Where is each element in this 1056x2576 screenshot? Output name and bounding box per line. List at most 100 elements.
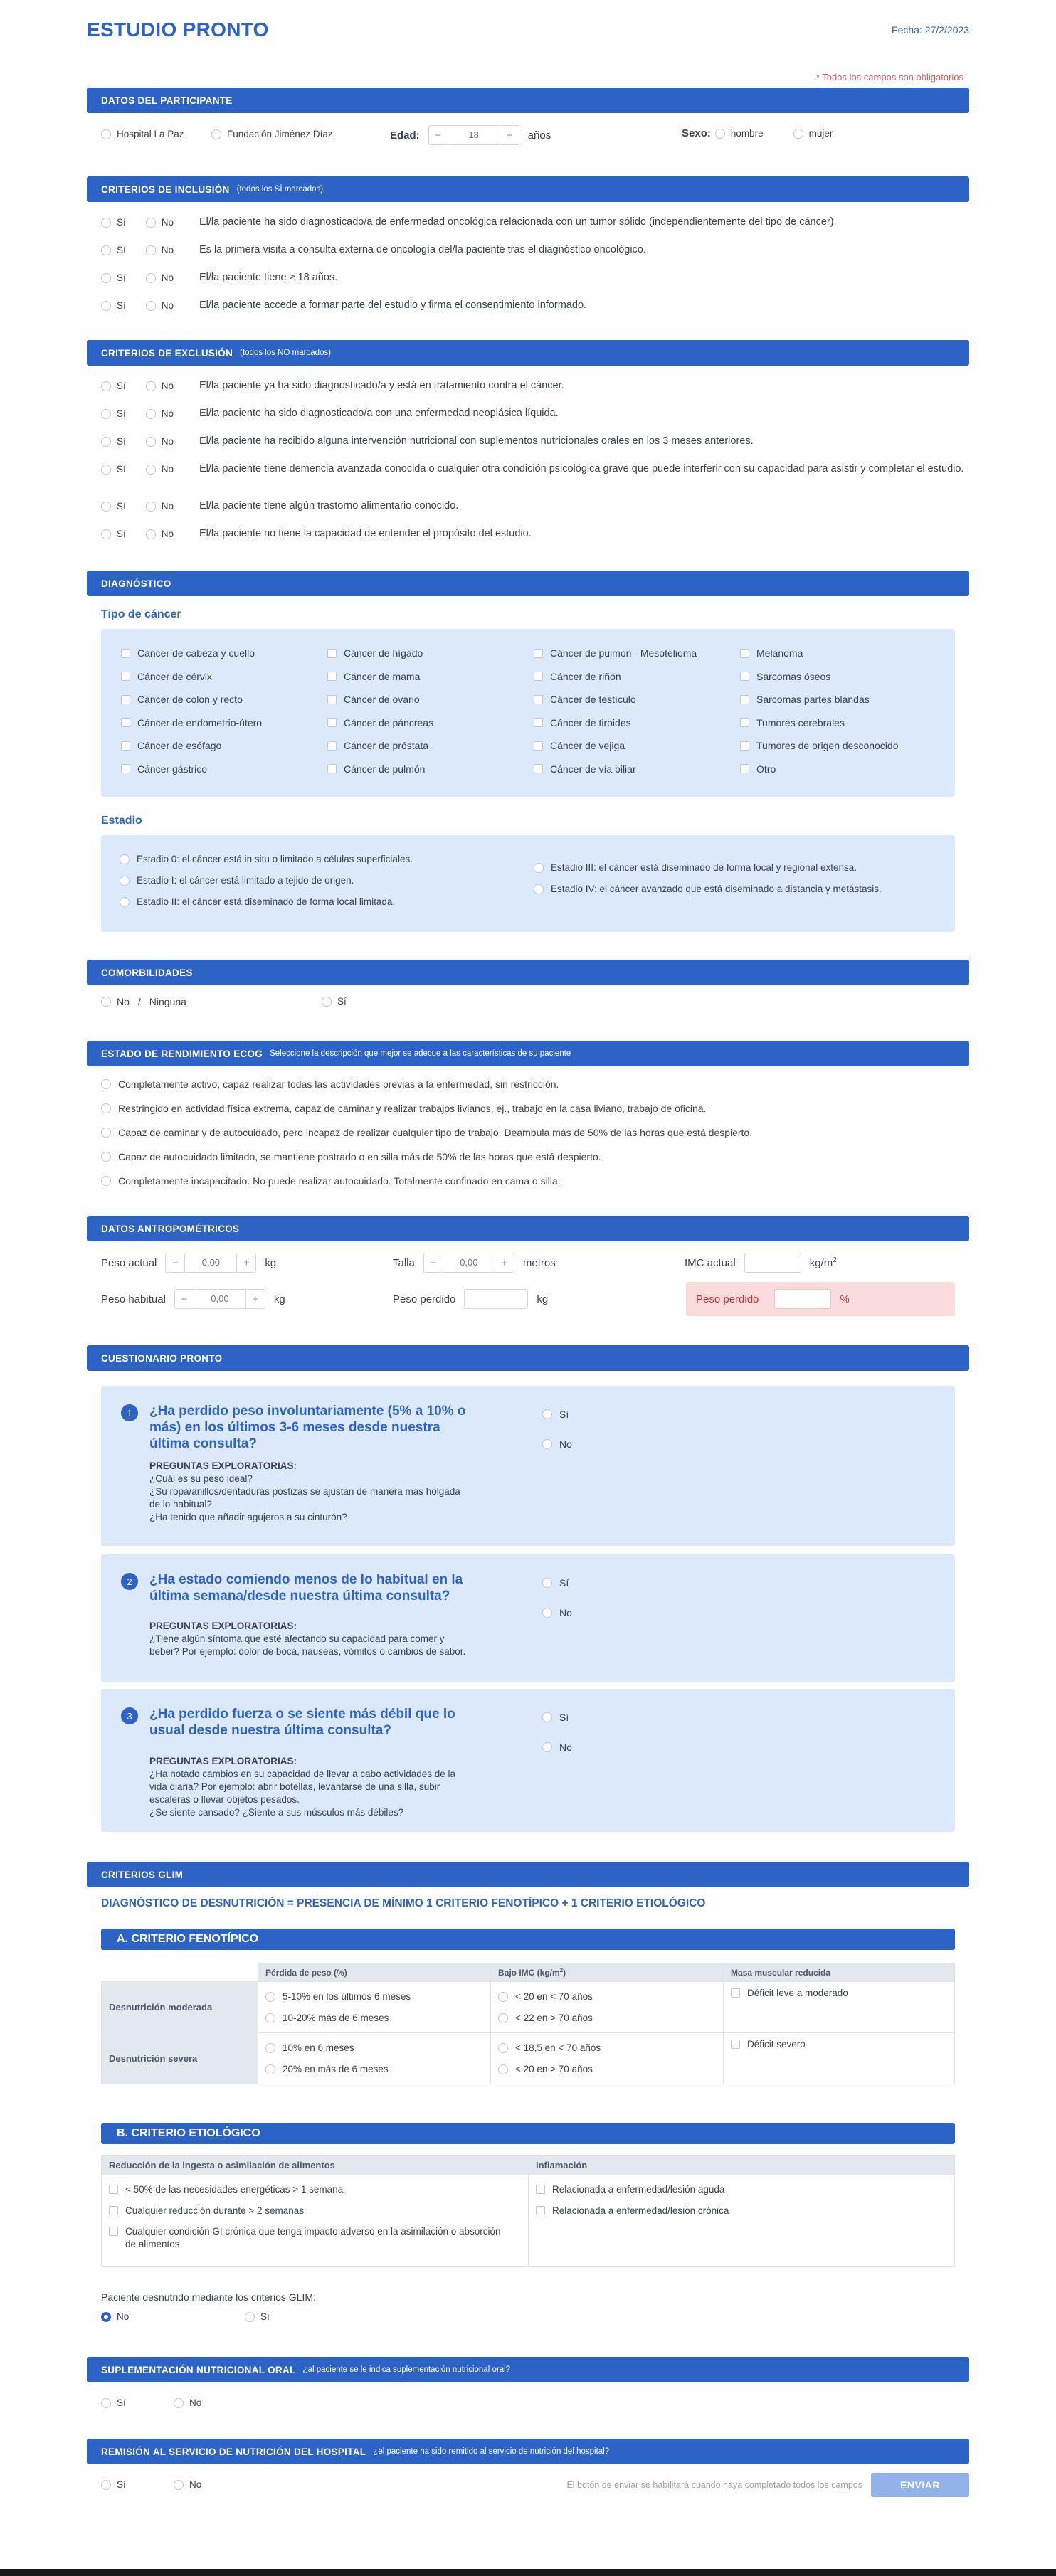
cancer-type-checkbox[interactable]: Cáncer de riñón bbox=[534, 671, 621, 682]
lost-percent-field[interactable] bbox=[774, 1289, 832, 1309]
radio-circle[interactable] bbox=[542, 1409, 552, 1419]
yes-radio[interactable]: Sí bbox=[101, 245, 126, 255]
radio-circle[interactable] bbox=[101, 245, 111, 255]
cancer-type-checkbox[interactable]: Cáncer de endometrio-útero bbox=[121, 717, 262, 728]
no-radio[interactable]: No bbox=[145, 464, 174, 475]
minus-icon[interactable]: − bbox=[429, 126, 448, 144]
radio-circle[interactable] bbox=[120, 854, 130, 864]
yes-radio[interactable]: Sí bbox=[101, 436, 126, 447]
checkbox[interactable] bbox=[740, 672, 749, 681]
checkbox[interactable] bbox=[534, 764, 543, 773]
option[interactable]: < 50% de las necesidades energéticas > 1… bbox=[102, 2178, 528, 2200]
radio-circle[interactable] bbox=[498, 2042, 508, 2053]
yes-radio[interactable]: Sí bbox=[101, 217, 126, 228]
checkbox[interactable] bbox=[731, 1988, 740, 1998]
plus-icon[interactable]: + bbox=[500, 126, 519, 144]
checkbox[interactable] bbox=[327, 694, 337, 704]
cancer-type-checkbox[interactable]: Sarcomas partes blandas bbox=[740, 694, 870, 705]
habitual-weight-stepper[interactable]: −0,00 + bbox=[174, 1289, 265, 1309]
radio-circle[interactable] bbox=[120, 896, 130, 907]
no-radio[interactable]: No bbox=[145, 245, 174, 255]
checkbox[interactable] bbox=[121, 741, 130, 751]
checkbox[interactable] bbox=[740, 718, 749, 727]
radio-circle[interactable] bbox=[145, 529, 156, 539]
weight-value[interactable]: 0,00 bbox=[184, 1253, 238, 1272]
option[interactable]: 5-10% en los últimos 6 meses bbox=[258, 1986, 490, 2008]
sex-female-radio[interactable]: mujer bbox=[793, 128, 833, 139]
radio-circle[interactable] bbox=[101, 1176, 111, 1186]
checkbox[interactable] bbox=[121, 764, 130, 773]
checkbox[interactable] bbox=[534, 694, 543, 704]
referral-yes[interactable]: Sí bbox=[101, 2479, 126, 2490]
radio-circle[interactable] bbox=[101, 408, 111, 419]
no-radio[interactable]: No bbox=[145, 217, 174, 228]
radio-circle[interactable] bbox=[101, 529, 111, 539]
radio-circle[interactable] bbox=[498, 2013, 508, 2023]
checkbox[interactable] bbox=[109, 2184, 118, 2194]
radio-circle[interactable] bbox=[145, 300, 156, 311]
radio-circle[interactable] bbox=[174, 2397, 184, 2408]
radio-circle[interactable] bbox=[101, 501, 111, 512]
checkbox[interactable] bbox=[534, 741, 543, 751]
minus-icon[interactable]: − bbox=[424, 1253, 443, 1272]
stage-radio[interactable]: Estadio IV: el cáncer avanzado que está … bbox=[534, 884, 882, 894]
cancer-type-checkbox[interactable]: Cáncer de vía biliar bbox=[534, 763, 636, 775]
radio-circle[interactable] bbox=[542, 1712, 552, 1722]
checkbox[interactable] bbox=[121, 672, 130, 681]
option[interactable]: Déficit leve a moderado bbox=[724, 1982, 954, 2003]
habitual-weight-value[interactable]: 0,00 bbox=[193, 1290, 246, 1308]
checkbox[interactable] bbox=[327, 718, 337, 727]
radio-circle[interactable] bbox=[145, 381, 156, 391]
radio-circle[interactable] bbox=[145, 272, 156, 283]
ecog-option[interactable]: Capaz de caminar y de autocuidado, pero … bbox=[101, 1127, 752, 1138]
option[interactable]: 10-20% más de 6 meses bbox=[258, 2008, 490, 2029]
cancer-type-checkbox[interactable]: Cáncer de tiroides bbox=[534, 717, 631, 728]
cancer-type-checkbox[interactable]: Cáncer de ovario bbox=[327, 694, 420, 705]
radio-circle[interactable] bbox=[534, 862, 544, 873]
checkbox[interactable] bbox=[731, 2039, 740, 2049]
yes-radio[interactable]: Sí bbox=[542, 1712, 569, 1723]
checkbox[interactable] bbox=[121, 648, 130, 658]
radio-circle[interactable] bbox=[498, 1991, 508, 2002]
checkbox[interactable] bbox=[327, 764, 337, 773]
option[interactable]: < 22 en > 70 años bbox=[491, 2008, 723, 2029]
no-radio[interactable]: No bbox=[542, 1438, 572, 1450]
option[interactable]: < 18,5 en < 70 años bbox=[491, 2037, 723, 2059]
option[interactable]: 10% en 6 meses bbox=[258, 2037, 490, 2059]
option[interactable]: Relacionada a enfermedad/lesión crónica bbox=[529, 2200, 954, 2221]
radio-circle[interactable] bbox=[542, 1578, 552, 1588]
height-value[interactable]: 0,00 bbox=[442, 1253, 495, 1272]
comorb-no-option[interactable]: No / Ninguna bbox=[101, 996, 186, 1007]
radio-circle[interactable] bbox=[101, 217, 111, 228]
option[interactable]: < 20 en < 70 años bbox=[491, 1986, 723, 2008]
radio-circle[interactable] bbox=[174, 2479, 184, 2490]
checkbox[interactable] bbox=[109, 2205, 118, 2215]
cancer-type-checkbox[interactable]: Otro bbox=[740, 763, 776, 775]
radio-circle[interactable] bbox=[145, 436, 156, 447]
no-radio[interactable]: No bbox=[145, 272, 174, 283]
ecog-option[interactable]: Capaz de autocuidado limitado, se mantie… bbox=[101, 1151, 601, 1162]
radio-circle[interactable] bbox=[101, 1079, 111, 1089]
stage-radio[interactable]: Estadio 0: el cáncer está in situ o limi… bbox=[120, 854, 413, 864]
referral-no[interactable]: No bbox=[174, 2479, 201, 2490]
radio-circle[interactable] bbox=[322, 996, 332, 1007]
option[interactable]: 20% en más de 6 meses bbox=[258, 2059, 490, 2080]
radio-circle[interactable] bbox=[498, 2064, 508, 2074]
cancer-type-checkbox[interactable]: Cáncer de pulmón - Mesotelioma bbox=[534, 647, 697, 659]
checkbox[interactable] bbox=[534, 718, 543, 727]
send-button[interactable]: ENVIAR bbox=[871, 2473, 969, 2497]
radio-circle[interactable] bbox=[101, 129, 111, 139]
supp-no[interactable]: No bbox=[174, 2397, 201, 2408]
yes-radio[interactable]: Sí bbox=[101, 408, 126, 419]
checkbox[interactable] bbox=[534, 672, 543, 681]
yes-radio[interactable]: Sí bbox=[101, 464, 126, 475]
yes-radio[interactable]: Sí bbox=[101, 501, 126, 512]
checkbox[interactable] bbox=[740, 694, 749, 704]
radio-circle[interactable] bbox=[101, 1103, 111, 1113]
minus-icon[interactable]: − bbox=[166, 1253, 184, 1272]
cancer-type-checkbox[interactable]: Tumores de origen desconocido bbox=[740, 740, 899, 751]
cancer-type-checkbox[interactable]: Cáncer de esófago bbox=[121, 740, 221, 751]
no-radio[interactable]: No bbox=[145, 408, 174, 419]
no-radio[interactable]: No bbox=[542, 1742, 572, 1753]
ecog-option[interactable]: Completamente incapacitado. No puede rea… bbox=[101, 1175, 561, 1187]
